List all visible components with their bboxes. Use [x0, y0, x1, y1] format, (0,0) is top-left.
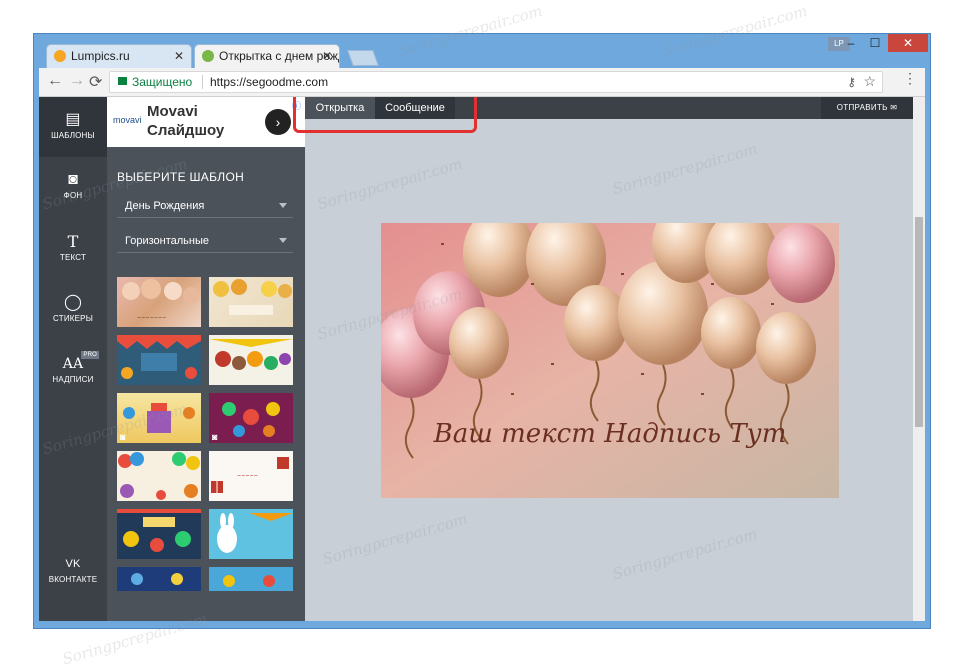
balloons-thumb-image [213, 279, 292, 315]
minimize-button[interactable]: – [838, 34, 864, 52]
new-tab-button[interactable] [347, 50, 379, 66]
template-thumb[interactable]: ◙ [209, 393, 293, 443]
star-icon[interactable]: ☆ [863, 71, 876, 91]
ad-arrow-button[interactable]: › [265, 109, 291, 135]
nav-label: СТИКЕРЫ [53, 314, 93, 323]
mail-icon: ✉ [890, 103, 898, 112]
browser-window: Lumpics.ru ✕ Открытка с днем рожде ✕ LP … [33, 33, 931, 629]
favicon-icon [54, 50, 66, 62]
nav-label: ТЕКСТ [59, 253, 87, 262]
reload-button[interactable]: ⟳ [89, 72, 102, 92]
fireworks-thumb-image [131, 573, 183, 585]
party-thumb-image [209, 339, 293, 370]
nav-lettering[interactable]: PRO AA НАДПИСИ [39, 351, 107, 384]
template-icon: ▤ [65, 111, 81, 128]
nav-templates[interactable]: ▤ ШАБЛОНЫ [39, 97, 107, 157]
template-thumb[interactable]: ~~~~~ [209, 451, 293, 501]
bunny-thumb-image [217, 513, 293, 553]
url-text[interactable]: https://segoodme.com [210, 72, 328, 92]
templates-panel: movavi Movavi Слайдшоу › ⓘ ◀ ВЫБЕРИТЕ ША… [107, 97, 314, 621]
nav-stickers[interactable]: ◯ СТИКЕРЫ [39, 292, 107, 323]
pro-badge: PRO [81, 351, 99, 359]
nav-vkontakte[interactable]: VK ВКОНТАКТЕ [39, 553, 107, 584]
favicon-icon [202, 50, 214, 62]
address-bar[interactable]: Защищено https://segoodme.com ⚷ ☆ [109, 71, 883, 93]
template-thumb[interactable] [117, 335, 201, 385]
orientation-select[interactable]: Горизонтальные [117, 229, 293, 253]
svg-text:~~~~~: ~~~~~ [237, 473, 258, 479]
annotation-highlight [293, 97, 477, 133]
nav-label: НАДПИСИ [52, 375, 94, 384]
ad-title-line1: Movavi [147, 103, 198, 120]
fireworks-thumb-image [223, 575, 275, 587]
svg-text:~~~~~~~: ~~~~~~~ [137, 315, 166, 321]
sticker-icon: ◯ [63, 294, 83, 311]
title-bar: Lumpics.ru ✕ Открытка с днем рожде ✕ LP … [34, 34, 930, 68]
template-thumb[interactable] [117, 451, 201, 501]
send-label: ОТПРАВИТЬ [836, 103, 888, 112]
key-icon[interactable]: ⚷ [847, 72, 856, 92]
party-thumb-image [222, 402, 280, 437]
ad-title: Movavi Слайдшоу [147, 102, 224, 140]
card-text[interactable]: Ваш текст Надпись Тут [381, 419, 839, 449]
scrollbar[interactable] [913, 97, 925, 621]
nav-label: ВКОНТАКТЕ [48, 575, 98, 584]
nav-text[interactable]: T ТЕКСТ [39, 231, 107, 262]
scrollbar-thumb[interactable] [915, 217, 923, 427]
nav-label: ШАБЛОНЫ [51, 131, 95, 140]
ad-title-line2: Слайдшоу [147, 122, 225, 139]
send-button[interactable]: ОТПРАВИТЬ ✉ [821, 97, 913, 119]
template-thumb[interactable]: ~~~~~~~ [117, 277, 201, 327]
ad-brand-logo: movavi [113, 115, 142, 125]
nav-background[interactable]: ◙ ФОН [39, 169, 107, 200]
template-thumb[interactable] [209, 509, 293, 559]
category-value: День Рождения [125, 200, 205, 212]
forward-button[interactable]: → [69, 72, 85, 90]
orientation-value: Горизонтальные [125, 235, 209, 247]
template-thumb[interactable] [117, 567, 201, 591]
browser-toolbar: ← → ⟳ Защищено https://segoodme.com ⚷ ☆ … [39, 68, 925, 97]
close-window-button[interactable]: ✕ [888, 34, 928, 52]
party-thumb-image [123, 403, 195, 433]
party-thumb-image [117, 509, 201, 552]
tab-title: Lumpics.ru [71, 49, 130, 63]
nav-label: ФОН [63, 191, 83, 200]
tab-postcard[interactable]: Открытка с днем рожде ✕ [194, 44, 340, 68]
template-thumb[interactable] [117, 509, 201, 559]
panel-title: ВЫБЕРИТЕ ШАБЛОН [117, 170, 245, 184]
camera-icon: ◙ [212, 432, 218, 442]
postcard-canvas[interactable]: Ваш текст Надпись Тут [381, 223, 839, 498]
template-thumb[interactable] [209, 335, 293, 385]
tab-close-icon[interactable]: ✕ [174, 45, 184, 67]
lock-icon [118, 77, 127, 85]
editor-sidebar: ▤ ШАБЛОНЫ ◙ ФОН T ТЕКСТ ◯ СТИКЕРЫ PRO AA… [39, 97, 107, 621]
text-icon: T [67, 232, 79, 251]
party-thumb-image [117, 335, 201, 379]
balloons-thumb-image [118, 452, 200, 500]
camera-icon: ◙ [120, 432, 126, 442]
chevron-down-icon [279, 203, 287, 208]
menu-dots-icon[interactable]: ⋮ [903, 70, 917, 87]
category-select[interactable]: День Рождения [117, 194, 293, 218]
maximize-button[interactable]: ☐ [862, 34, 888, 52]
ad-banner[interactable]: movavi Movavi Слайдшоу › ⓘ [107, 97, 305, 147]
back-button[interactable]: ← [47, 72, 63, 90]
postcard-image [381, 223, 839, 498]
template-thumb[interactable] [209, 277, 293, 327]
divider [202, 75, 203, 89]
tab-close-icon[interactable]: ✕ [322, 45, 332, 67]
background-icon: ◙ [68, 171, 78, 188]
vk-icon: VK [65, 558, 81, 570]
balloons-thumb-image: ~~~~~~~ [122, 279, 199, 321]
editor-workspace: Открытка Сообщение ОТПРАВИТЬ ✉ Ваш текст… [293, 97, 925, 621]
gift-thumb-image: ~~~~~ [211, 457, 289, 493]
tab-lumpics[interactable]: Lumpics.ru ✕ [46, 44, 192, 68]
secure-label: Защищено [132, 75, 193, 89]
template-thumb[interactable] [209, 567, 293, 591]
page-viewport: ▤ ШАБЛОНЫ ◙ ФОН T ТЕКСТ ◯ СТИКЕРЫ PRO AA… [39, 97, 925, 621]
template-thumb[interactable]: ◙ [117, 393, 201, 443]
chevron-down-icon [279, 238, 287, 243]
